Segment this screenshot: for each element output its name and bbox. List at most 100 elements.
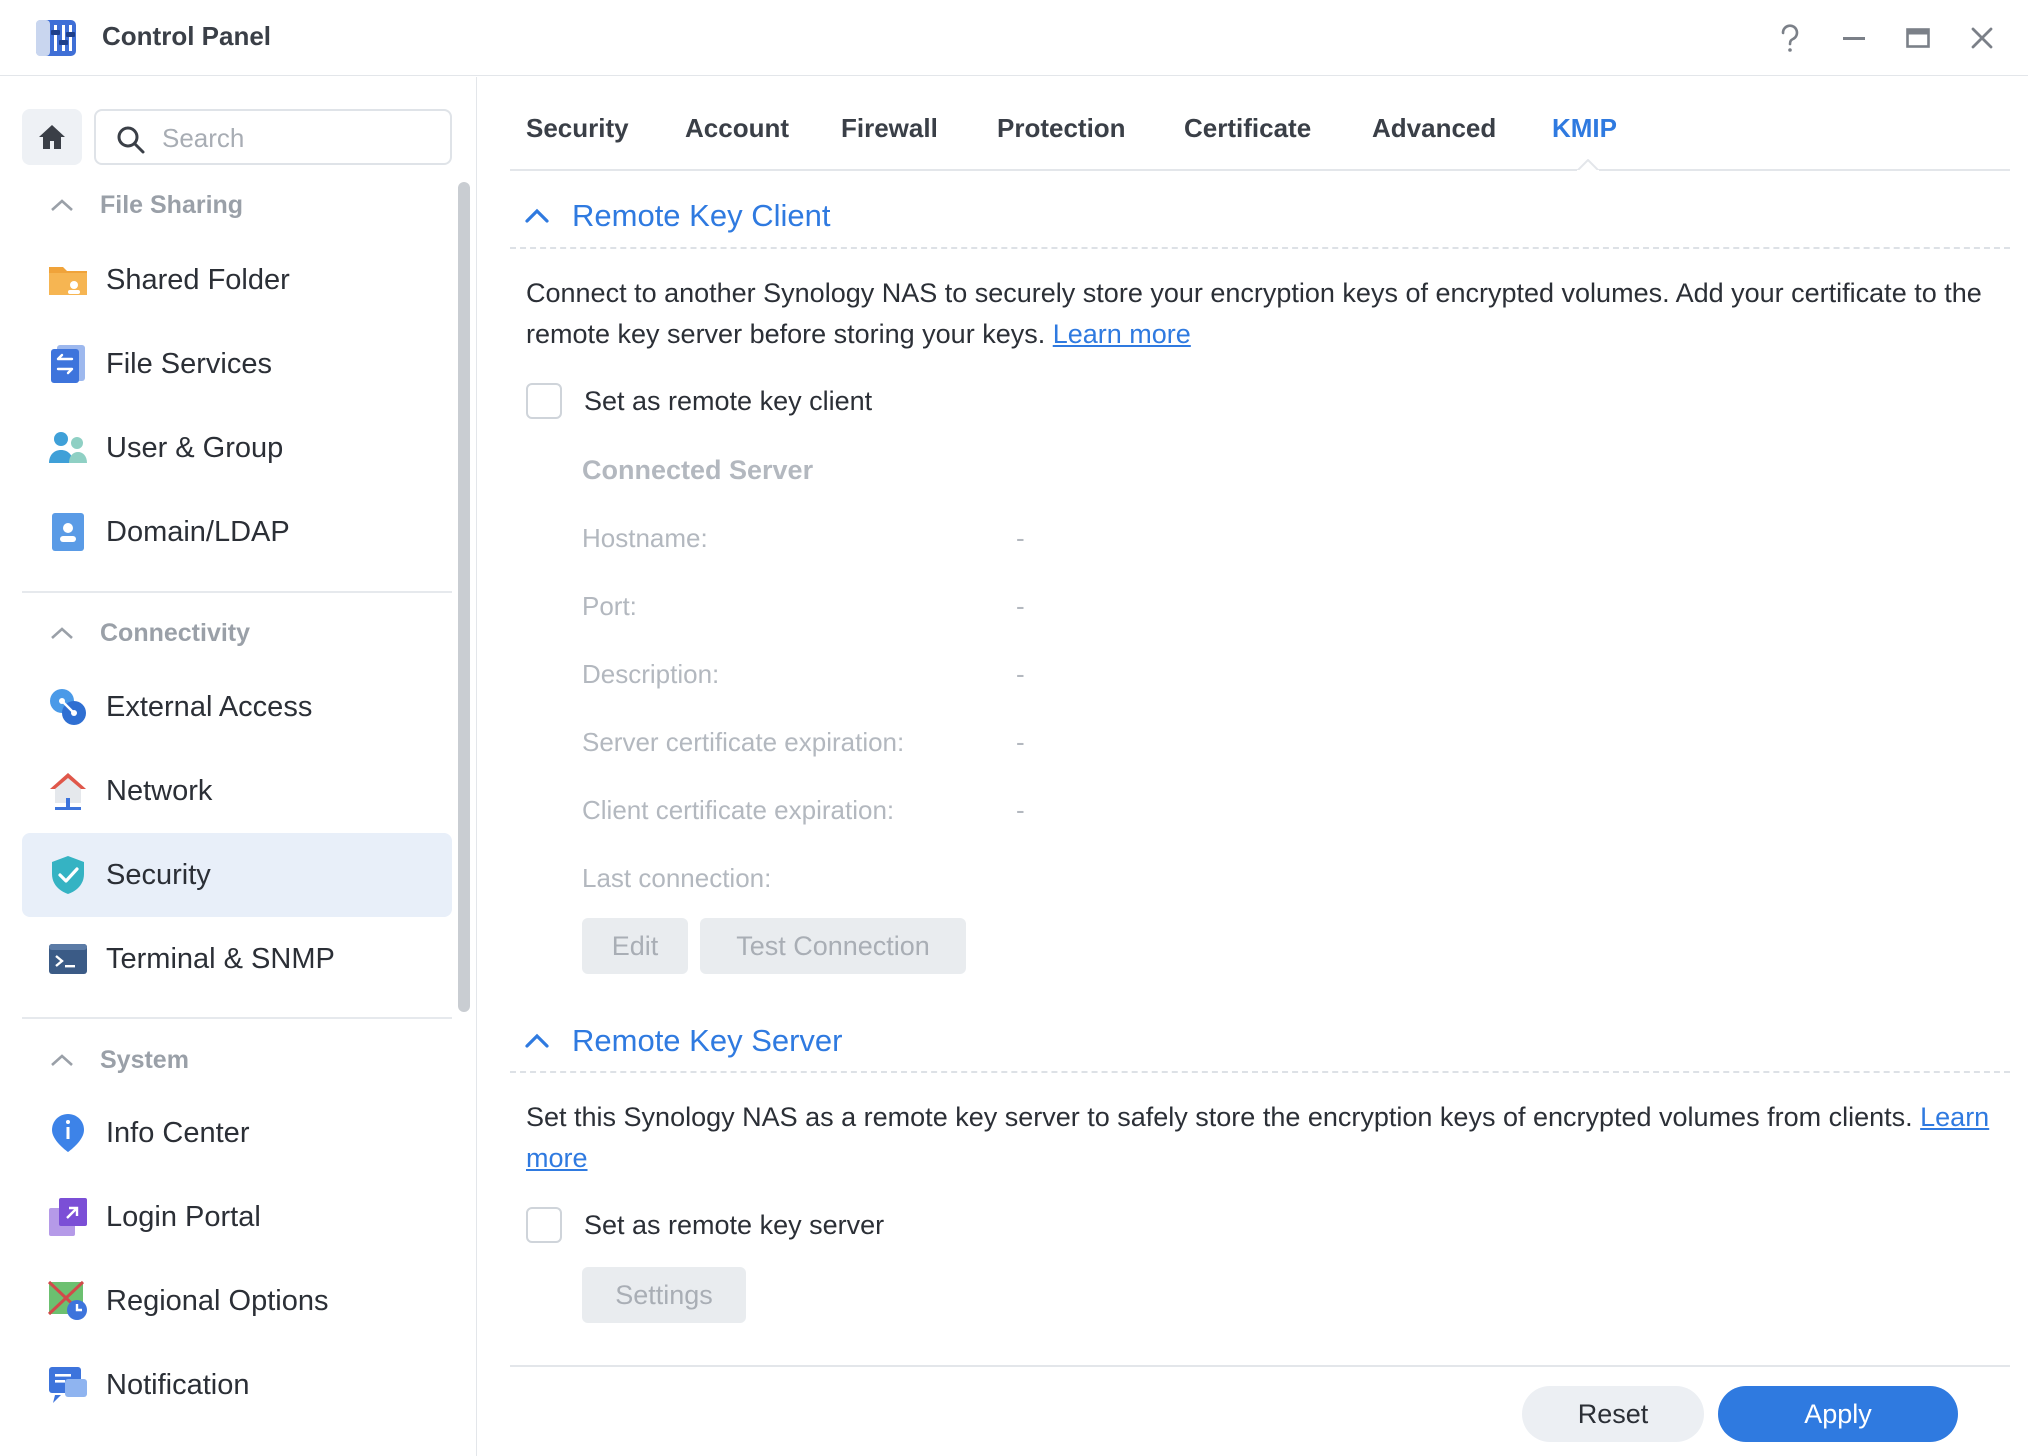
search-field[interactable]: [94, 109, 452, 165]
sidebar-item-shared-folder[interactable]: Shared Folder: [22, 238, 452, 322]
sidebar-item-external-access[interactable]: External Access: [22, 665, 452, 749]
help-icon[interactable]: [1768, 16, 1812, 60]
sidebar-item-label: User & Group: [106, 431, 284, 464]
active-tab-caret: [1577, 159, 1599, 171]
chevron-up-icon: [51, 1054, 73, 1066]
chevron-up-icon: [51, 199, 73, 211]
remote-key-server-checkbox-row[interactable]: Set as remote key server: [526, 1207, 884, 1243]
server-description: Set this Synology NAS as a remote key se…: [526, 1097, 2006, 1179]
hostname-label: Hostname:: [582, 523, 708, 553]
search-icon: [117, 126, 145, 154]
sidebar-item-label: Login Portal: [106, 1200, 261, 1233]
client-cert-expiration-label: Client certificate expiration:: [582, 795, 895, 825]
client-description-text: Connect to another Synology NAS to secur…: [526, 278, 1982, 349]
section-divider: [510, 247, 2010, 249]
settings-button[interactable]: Settings: [582, 1267, 746, 1323]
shared-folder-icon: [46, 258, 90, 302]
terminal-icon: [46, 937, 90, 981]
checkbox-label: Set as remote key client: [584, 385, 873, 416]
tab-account[interactable]: Account: [685, 113, 789, 144]
server-cert-expiration-label: Server certificate expiration:: [582, 727, 905, 757]
sidebar-item-network[interactable]: Network: [22, 749, 452, 833]
window-title: Control Panel: [102, 21, 272, 51]
group-label: File Sharing: [100, 190, 244, 219]
sidebar-divider: [22, 1017, 452, 1019]
minimize-icon[interactable]: [1832, 16, 1876, 60]
security-shield-icon: [46, 853, 90, 897]
maximize-icon[interactable]: [1896, 16, 1940, 60]
info-center-icon: [46, 1111, 90, 1155]
tab-certificate[interactable]: Certificate: [1184, 113, 1311, 144]
reset-button[interactable]: Reset: [1522, 1386, 1704, 1442]
section-divider: [510, 1071, 2010, 1073]
sidebar-item-domain-ldap[interactable]: Domain/LDAP: [22, 490, 452, 574]
checkbox-label: Set as remote key server: [584, 1209, 885, 1240]
remote-key-client-checkbox-row[interactable]: Set as remote key client: [526, 383, 872, 419]
test-connection-button[interactable]: Test Connection: [700, 918, 966, 974]
group-connectivity[interactable]: Connectivity: [50, 613, 250, 653]
remote-key-client-checkbox[interactable]: [526, 383, 562, 419]
sidebar-item-label: External Access: [106, 690, 313, 723]
search-input[interactable]: [162, 119, 442, 157]
close-icon[interactable]: [1960, 16, 2004, 60]
hostname-value: -: [1016, 523, 1025, 553]
title-bar: Control Panel: [0, 0, 2028, 76]
sidebar-item-label: Domain/LDAP: [106, 515, 290, 548]
chevron-up-icon: [525, 208, 549, 223]
client-cert-expiration-value: -: [1016, 795, 1025, 825]
sidebar-item-security[interactable]: Security: [22, 833, 452, 917]
regional-options-icon: [46, 1279, 90, 1323]
tab-security[interactable]: Security: [526, 113, 629, 144]
sidebar-item-file-services[interactable]: File Services: [22, 322, 452, 406]
tab-kmip[interactable]: KMIP: [1552, 113, 1617, 144]
user-group-icon: [46, 426, 90, 470]
sidebar-item-label: Network: [106, 774, 213, 807]
sidebar-item-label: Regional Options: [106, 1284, 329, 1317]
server-description-text: Set this Synology NAS as a remote key se…: [526, 1102, 1913, 1132]
sidebar-item-label: Shared Folder: [106, 263, 290, 296]
edit-button[interactable]: Edit: [582, 918, 688, 974]
external-access-icon: [46, 685, 90, 729]
sidebar-item-label: Security: [106, 858, 211, 891]
section-remote-key-server-header[interactable]: Remote Key Server: [524, 1023, 843, 1059]
domain-ldap-icon: [46, 510, 90, 554]
sidebar-item-regional-options[interactable]: Regional Options: [22, 1259, 452, 1343]
login-portal-icon: [46, 1195, 90, 1239]
group-label: Connectivity: [100, 618, 251, 647]
learn-more-link[interactable]: Learn more: [1053, 319, 1191, 349]
apply-button[interactable]: Apply: [1718, 1386, 1958, 1442]
sidebar-scrollbar[interactable]: [458, 182, 470, 1012]
tab-advanced[interactable]: Advanced: [1372, 113, 1496, 144]
tab-firewall[interactable]: Firewall: [841, 113, 938, 144]
group-label: System: [100, 1045, 189, 1074]
client-description: Connect to another Synology NAS to secur…: [526, 273, 2006, 355]
sidebar-item-label: Notification: [106, 1368, 250, 1401]
sidebar-item-notification[interactable]: Notification: [22, 1343, 452, 1427]
connected-server-title: Connected Server: [582, 455, 814, 485]
sidebar-item-user-group[interactable]: User & Group: [22, 406, 452, 490]
tab-protection[interactable]: Protection: [997, 113, 1126, 144]
description-label: Description:: [582, 659, 720, 689]
control-panel-icon: [36, 20, 76, 56]
port-label: Port:: [582, 591, 637, 621]
tabs-underline: [510, 169, 2010, 171]
chevron-up-icon: [51, 627, 73, 639]
section-title: Remote Key Client: [572, 198, 831, 233]
sidebar: File Sharing Shared Folder File Services…: [0, 77, 477, 1456]
section-title: Remote Key Server: [572, 1023, 843, 1058]
section-remote-key-client-header[interactable]: Remote Key Client: [524, 198, 830, 234]
group-system[interactable]: System: [50, 1040, 189, 1080]
sidebar-item-info-center[interactable]: Info Center: [22, 1091, 452, 1175]
main-panel: Security Account Firewall Protection Cer…: [478, 77, 2028, 1456]
server-cert-expiration-value: -: [1016, 727, 1025, 757]
sidebar-divider: [22, 591, 452, 593]
home-button[interactable]: [22, 109, 82, 165]
sidebar-item-label: File Services: [106, 347, 272, 380]
sidebar-item-login-portal[interactable]: Login Portal: [22, 1175, 452, 1259]
sidebar-item-label: Info Center: [106, 1116, 250, 1149]
sidebar-item-terminal-snmp[interactable]: Terminal & SNMP: [22, 917, 452, 1001]
last-connection-label: Last connection:: [582, 863, 772, 893]
remote-key-server-checkbox[interactable]: [526, 1207, 562, 1243]
description-value: -: [1016, 659, 1025, 689]
group-file-sharing[interactable]: File Sharing: [50, 185, 243, 225]
